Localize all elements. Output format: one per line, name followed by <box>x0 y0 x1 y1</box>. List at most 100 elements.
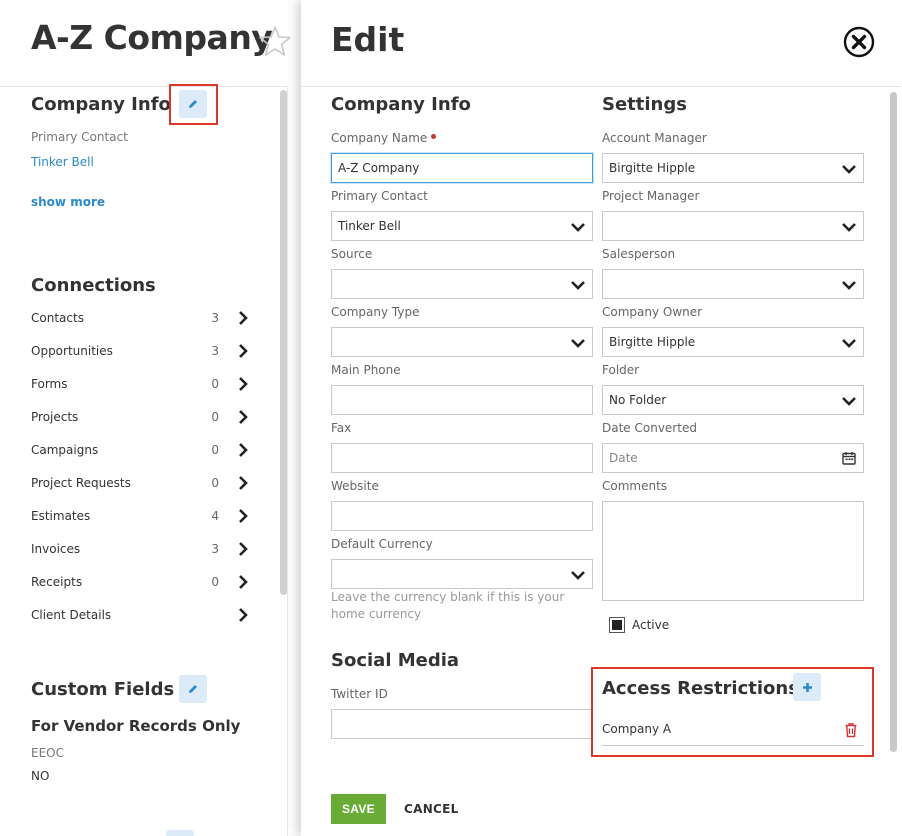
access-restriction-row: Company A <box>602 718 864 746</box>
company-owner-label: Company Owner <box>602 305 703 319</box>
chevron-down-icon <box>842 397 856 406</box>
chevron-right-icon <box>239 608 248 622</box>
save-button[interactable]: SAVE <box>331 794 386 824</box>
company-owner-select[interactable]: Birgitte Hipple <box>602 327 864 357</box>
pencil-icon <box>189 685 197 693</box>
left-scrollbar[interactable] <box>280 90 287 595</box>
custom-field-group-title: For Vendor Records Only <box>31 717 241 735</box>
connection-label: Project Requests <box>31 476 131 490</box>
company-info-heading: Company Info <box>331 94 471 115</box>
edit-custom-fields-button[interactable] <box>179 675 207 703</box>
connection-label: Campaigns <box>31 443 99 457</box>
default-currency-label: Default Currency <box>331 537 433 551</box>
chevron-right-icon <box>239 344 248 358</box>
chevron-down-icon <box>571 223 585 232</box>
plus-icon <box>802 682 812 692</box>
social-media-heading: Social Media <box>331 650 460 671</box>
twitter-field[interactable] <box>331 709 593 739</box>
connection-row[interactable]: Receipts 0 <box>31 575 253 595</box>
chevron-right-icon <box>239 377 248 391</box>
connection-count: 3 <box>211 344 219 358</box>
main-phone-field[interactable] <box>331 385 593 415</box>
connection-row[interactable]: Projects 0 <box>31 410 253 430</box>
company-name-value: A-Z Company <box>338 161 420 175</box>
connection-row[interactable]: Client Details <box>31 608 253 628</box>
edit-next-section-button[interactable] <box>166 830 194 836</box>
default-currency-select[interactable] <box>331 559 593 589</box>
account-manager-label: Account Manager <box>602 131 707 145</box>
company-type-label: Company Type <box>331 305 420 319</box>
chevron-right-icon <box>239 311 248 325</box>
folder-value: No Folder <box>609 393 667 407</box>
connection-row[interactable]: Invoices 3 <box>31 542 253 562</box>
account-manager-select[interactable]: Birgitte Hipple <box>602 153 864 183</box>
connection-row[interactable]: Opportunities 3 <box>31 344 253 364</box>
add-access-restriction-button[interactable] <box>793 673 821 701</box>
connection-row[interactable]: Contacts 3 <box>31 311 253 331</box>
calendar-icon[interactable] <box>842 451 856 465</box>
primary-contact-link[interactable]: Tinker Bell <box>31 155 94 169</box>
company-type-select[interactable] <box>331 327 593 357</box>
primary-contact-select[interactable]: Tinker Bell <box>331 211 593 241</box>
connection-row[interactable]: Forms 0 <box>31 377 253 397</box>
connections-heading: Connections <box>31 275 156 296</box>
connection-label: Projects <box>31 410 79 424</box>
connection-count: 0 <box>211 476 219 490</box>
fax-field[interactable] <box>331 443 593 473</box>
primary-contact-label: Primary Contact <box>31 130 128 144</box>
date-converted-label: Date Converted <box>602 421 697 435</box>
company-name-label-text: Company Name <box>331 131 428 145</box>
website-label: Website <box>331 479 379 493</box>
connection-label: Receipts <box>31 575 83 589</box>
chevron-right-icon <box>239 542 248 556</box>
connection-label: Forms <box>31 377 68 391</box>
page-title: A-Z Company <box>31 18 273 57</box>
main-phone-label: Main Phone <box>331 363 401 377</box>
edit-company-info-button[interactable] <box>179 90 207 118</box>
trash-icon[interactable] <box>844 722 858 738</box>
modal-scrollbar[interactable] <box>890 92 897 752</box>
primary-contact-value: Tinker Bell <box>338 219 401 233</box>
comments-textarea[interactable] <box>602 501 864 601</box>
show-more-link[interactable]: show more <box>31 195 105 209</box>
settings-heading: Settings <box>602 94 687 115</box>
salesperson-select[interactable] <box>602 269 864 299</box>
connection-row[interactable]: Campaigns 0 <box>31 443 253 463</box>
connection-row[interactable]: Project Requests 0 <box>31 476 253 496</box>
modal-title: Edit <box>331 20 405 59</box>
cancel-button[interactable]: CANCEL <box>404 794 459 824</box>
chevron-right-icon <box>239 575 248 589</box>
access-restriction-name: Company A <box>602 722 672 736</box>
date-converted-placeholder: Date <box>609 451 638 465</box>
chevron-right-icon <box>239 410 248 424</box>
fax-label: Fax <box>331 421 352 435</box>
close-icon[interactable] <box>843 26 875 58</box>
connection-label: Contacts <box>31 311 84 325</box>
connection-label: Estimates <box>31 509 91 523</box>
chevron-down-icon <box>571 339 585 348</box>
company-name-field[interactable]: A-Z Company <box>331 153 593 183</box>
project-manager-select[interactable] <box>602 211 864 241</box>
chevron-right-icon <box>239 476 248 490</box>
company-info-heading: Company Info <box>31 94 171 115</box>
company-detail-panel: A-Z Company Company Info Primary Contact… <box>0 0 300 836</box>
project-manager-label: Project Manager <box>602 189 700 203</box>
folder-select[interactable]: No Folder <box>602 385 864 415</box>
source-select[interactable] <box>331 269 593 299</box>
chevron-down-icon <box>842 281 856 290</box>
connection-count: 0 <box>211 410 219 424</box>
active-label: Active <box>632 618 670 632</box>
website-field[interactable] <box>331 501 593 531</box>
account-manager-value: Birgitte Hipple <box>609 161 696 175</box>
connection-row[interactable]: Estimates 4 <box>31 509 253 529</box>
connection-count: 4 <box>211 509 219 523</box>
connection-label: Client Details <box>31 608 112 622</box>
folder-label: Folder <box>602 363 640 377</box>
favorite-star-icon[interactable] <box>258 24 292 58</box>
chevron-down-icon <box>842 339 856 348</box>
comments-label: Comments <box>602 479 668 493</box>
active-checkbox[interactable] <box>609 617 625 633</box>
chevron-down-icon <box>842 223 856 232</box>
custom-field-value: NO <box>31 769 50 783</box>
date-converted-field[interactable]: Date <box>602 443 864 473</box>
